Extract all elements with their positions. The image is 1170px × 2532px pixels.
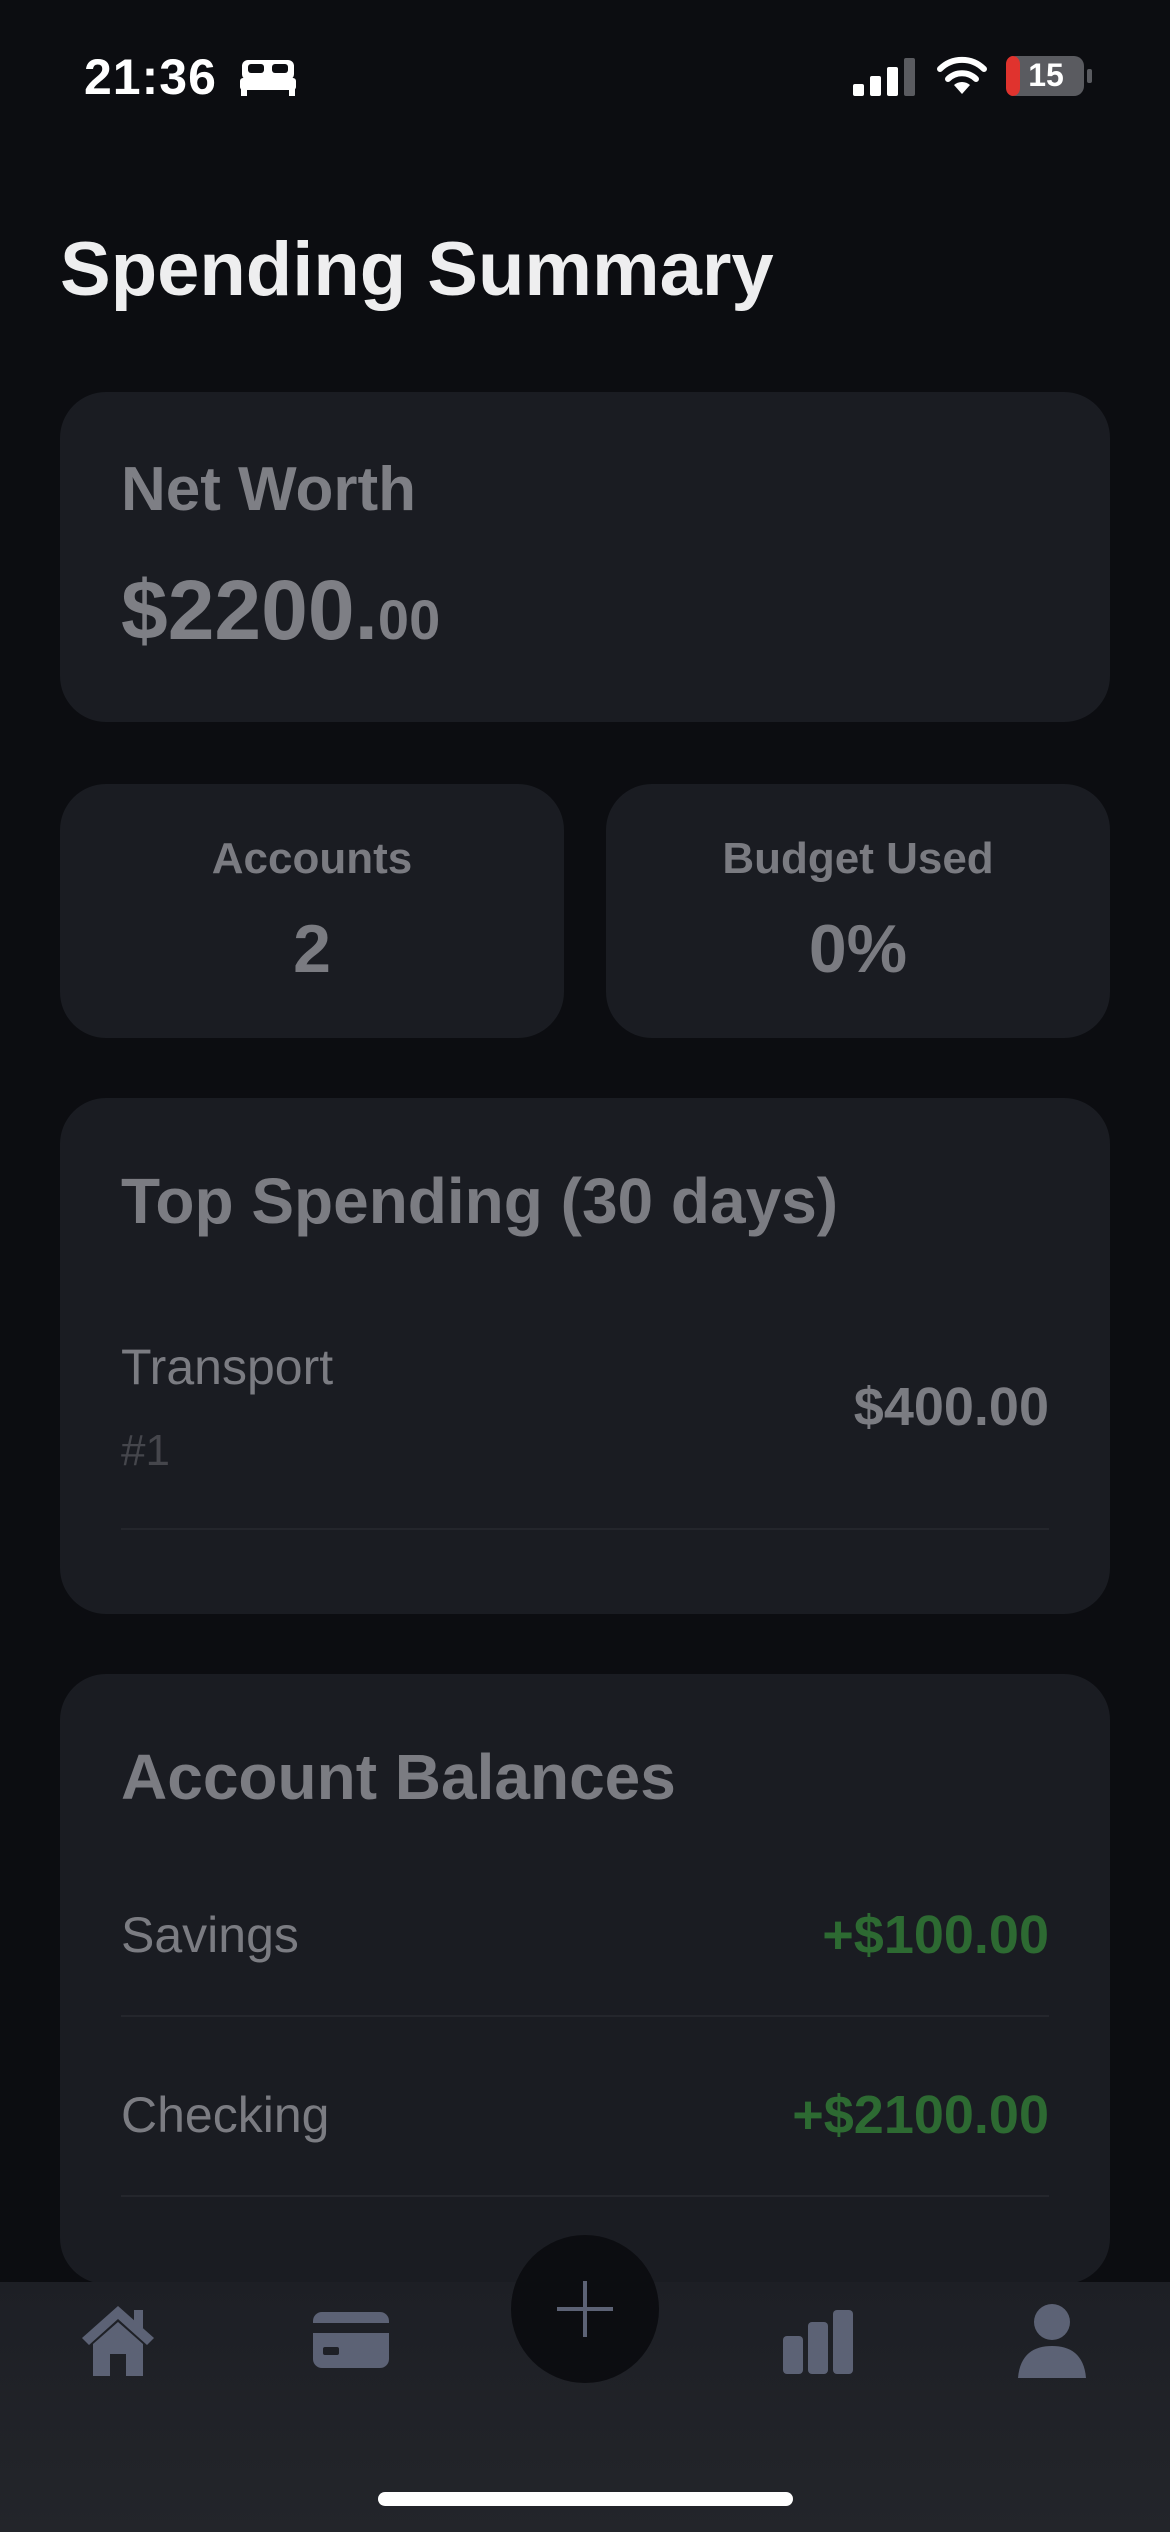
- net-worth-label: Net Worth: [121, 455, 417, 524]
- net-worth-value-cents: 00: [377, 588, 441, 651]
- home-icon[interactable]: [78, 2300, 158, 2380]
- budget-used-label: Budget Used: [722, 834, 994, 883]
- net-worth-value-main: $2200.: [121, 563, 378, 657]
- account-amount: +$2100.00: [792, 2085, 1049, 2145]
- top-spending-card: Top Spending (30 days) Transport #1 $400…: [60, 1098, 1110, 1614]
- status-bar: 21:36 15: [0, 0, 1170, 150]
- account-balances-card: Account Balances Savings +$100.00 Checki…: [60, 1674, 1110, 2284]
- net-worth-card: Net Worth $2200.00: [60, 392, 1110, 722]
- budget-used-value: 0%: [808, 911, 908, 987]
- account-name: Checking: [121, 2087, 330, 2143]
- divider: [121, 2015, 1049, 2017]
- signal-icon: [853, 58, 915, 96]
- top-spending-amount: $400.00: [853, 1377, 1049, 1437]
- account-amount: +$100.00: [822, 1905, 1049, 1965]
- budget-used-card[interactable]: Budget Used 0%: [606, 784, 1110, 1038]
- home-indicator[interactable]: [378, 2492, 793, 2506]
- credit-card-icon[interactable]: [311, 2300, 391, 2380]
- stats-icon[interactable]: [778, 2300, 858, 2380]
- divider: [121, 2195, 1049, 2197]
- divider: [121, 1528, 1049, 1530]
- battery-level: 15: [1028, 57, 1064, 93]
- page-title: Spending Summary: [60, 227, 774, 312]
- profile-icon[interactable]: [1012, 2300, 1092, 2380]
- top-spending-category: Transport: [121, 1339, 334, 1395]
- accounts-card[interactable]: Accounts 2: [60, 784, 564, 1038]
- account-name: Savings: [121, 1907, 299, 1963]
- top-spending-rank: #1: [121, 1426, 170, 1475]
- top-spending-title: Top Spending (30 days): [121, 1165, 839, 1237]
- bed-icon: [240, 60, 296, 96]
- add-button[interactable]: [511, 2235, 659, 2383]
- wifi-icon: [937, 56, 987, 94]
- add-icon: [557, 2281, 613, 2337]
- accounts-value: 2: [293, 911, 331, 987]
- net-worth-value: $2200.00: [121, 562, 440, 659]
- status-time: 21:36: [84, 49, 217, 105]
- account-balances-title: Account Balances: [121, 1741, 676, 1813]
- accounts-label: Accounts: [211, 834, 413, 883]
